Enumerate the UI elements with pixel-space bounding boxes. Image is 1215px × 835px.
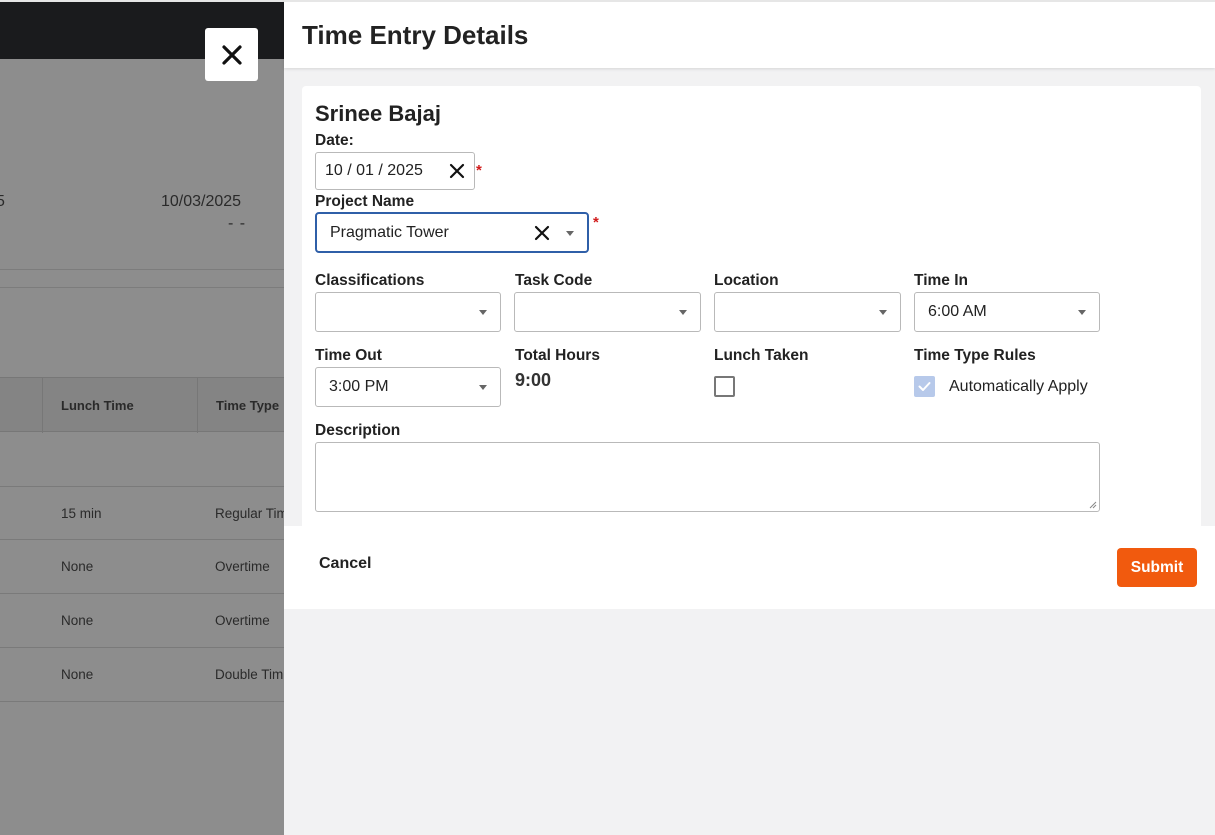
background-date-value: - - [228,215,247,232]
time-type-cell: Regular Tim [215,506,288,521]
lunch-time-cell: None [61,613,94,628]
checkmark-icon [918,382,931,391]
table-row: None Double Tim [0,648,290,702]
close-drawer-button[interactable] [205,28,258,81]
divider [0,269,290,270]
project-name-value: Pragmatic Tower [330,223,449,241]
required-indicator: * [593,214,599,231]
total-hours-value: 9:00 [515,370,552,390]
automatically-apply-checkbox[interactable] [914,376,935,397]
time-in-value: 6:00 AM [928,303,987,320]
classifications-select[interactable] [315,292,501,332]
background-table-header: Lunch Time Time Type [0,377,290,433]
background-date-header: 10/03/2025 [161,193,242,210]
chevron-down-icon [879,310,887,315]
close-icon [221,44,242,65]
date-value: 10 / 01 / 2025 [325,162,423,179]
time-type-cell: Double Tim [215,667,284,682]
date-input[interactable]: 10 / 01 / 2025 [315,152,475,190]
time-in-label: Time In [914,272,968,289]
required-indicator: * [476,162,482,179]
lunch-time-cell: 15 min [61,506,102,521]
time-out-label: Time Out [315,347,382,364]
time-type-cell: Overtime [215,613,270,628]
time-out-value: 3:00 PM [329,378,389,395]
chevron-down-icon [1078,310,1086,315]
clear-project-icon[interactable] [534,225,550,241]
task-code-label: Task Code [515,272,593,289]
time-entry-form: Srinee Bajaj Date: 10 / 01 / 2025 * Proj… [302,86,1201,526]
lunch-time-cell: None [61,559,94,574]
chevron-down-icon [679,310,687,315]
table-row: None Overtime [0,594,290,648]
classifications-label: Classifications [315,272,425,289]
project-name-label: Project Name [315,193,415,210]
lunch-taken-label: Lunch Taken [714,347,809,364]
location-select[interactable] [714,292,901,332]
lunch-time-cell: None [61,667,94,682]
automatically-apply-label: Automatically Apply [949,378,1088,395]
time-in-select[interactable]: 6:00 AM [914,292,1100,332]
background-edge-text: 5 [0,193,5,210]
clear-date-icon[interactable] [449,163,465,179]
location-label: Location [714,272,779,289]
column-header-time-type: Time Type [197,378,297,433]
chevron-down-icon [566,230,574,236]
description-label: Description [315,422,401,439]
description-textarea[interactable] [315,442,1100,512]
table-row: 15 min Regular Tim [0,486,290,540]
submit-button[interactable]: Submit [1117,548,1197,587]
lunch-taken-checkbox[interactable] [714,376,735,397]
drawer-footer: Cancel Submit [284,526,1215,609]
total-hours-label: Total Hours [515,347,600,364]
project-name-select[interactable]: Pragmatic Tower [315,212,589,253]
chevron-down-icon [479,385,487,390]
resize-handle-icon[interactable] [1089,501,1097,509]
date-label: Date: [315,132,354,149]
time-entry-drawer: Time Entry Details Srinee Bajaj Date: 10… [284,0,1215,835]
time-out-select[interactable]: 3:00 PM [315,367,501,407]
time-type-cell: Overtime [215,559,270,574]
column-header-lunch-time: Lunch Time [42,378,197,433]
drawer-header: Time Entry Details [284,0,1215,68]
chevron-down-icon [479,310,487,315]
task-code-select[interactable] [514,292,701,332]
time-type-rules-label: Time Type Rules [914,347,1036,364]
table-row: None Overtime [0,540,290,594]
cancel-button[interactable]: Cancel [319,555,371,573]
divider [0,287,290,288]
employee-name: Srinee Bajaj [315,101,441,126]
drawer-title: Time Entry Details [302,20,529,50]
